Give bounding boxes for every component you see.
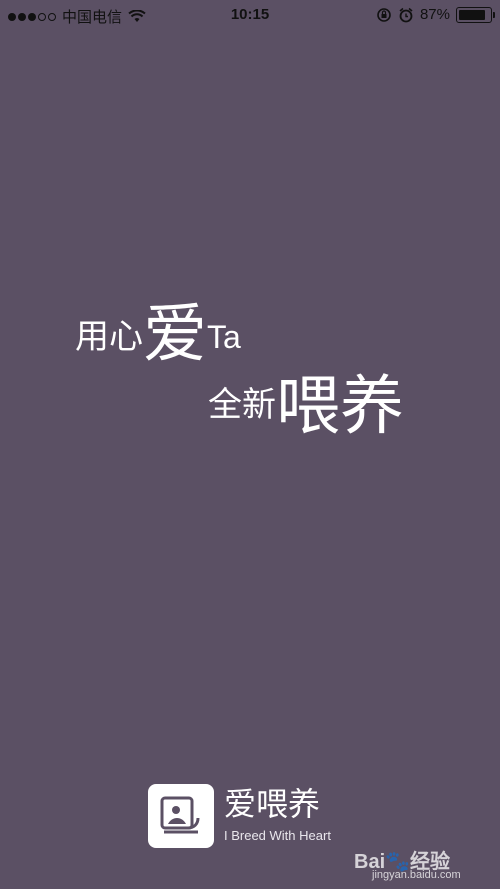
baidu-jingyan-watermark: Bai🐾经验 jingyan.baidu.com bbox=[354, 845, 494, 885]
slogan-line-1-emphasis: 爱 bbox=[143, 298, 207, 372]
slogan-line-2-emphasis: 喂养 bbox=[276, 370, 404, 444]
brand-block: 爱喂养 I Breed With Heart bbox=[148, 784, 368, 849]
slogan-line-1-prefix: 用心 bbox=[75, 317, 143, 357]
slogan-line-2-prefix: 全新 bbox=[208, 385, 276, 425]
slogan-line-1-suffix: Ta bbox=[207, 319, 241, 355]
alarm-icon bbox=[399, 7, 413, 22]
status-bar: 中国电信 10:15 87% bbox=[0, 0, 500, 30]
pet-logo-icon bbox=[148, 784, 214, 848]
brand-tagline: I Breed With Heart bbox=[224, 828, 331, 843]
battery-icon bbox=[456, 6, 495, 23]
status-right: 87% bbox=[376, 6, 495, 23]
battery-fill bbox=[459, 9, 485, 20]
battery-cap bbox=[493, 11, 495, 18]
brand-name: 爱喂养 bbox=[224, 785, 321, 823]
battery-percent: 87% bbox=[419, 6, 450, 23]
hero-slogan: 用心爱Ta 全新喂养 bbox=[0, 303, 500, 465]
rotation-lock-icon bbox=[377, 7, 391, 22]
slogan-line-1: 用心爱Ta bbox=[75, 303, 241, 367]
slogan-line-2: 全新喂养 bbox=[208, 375, 404, 439]
watermark-url: jingyan.baidu.com bbox=[372, 869, 461, 881]
pet-logo-glyph bbox=[160, 796, 200, 834]
